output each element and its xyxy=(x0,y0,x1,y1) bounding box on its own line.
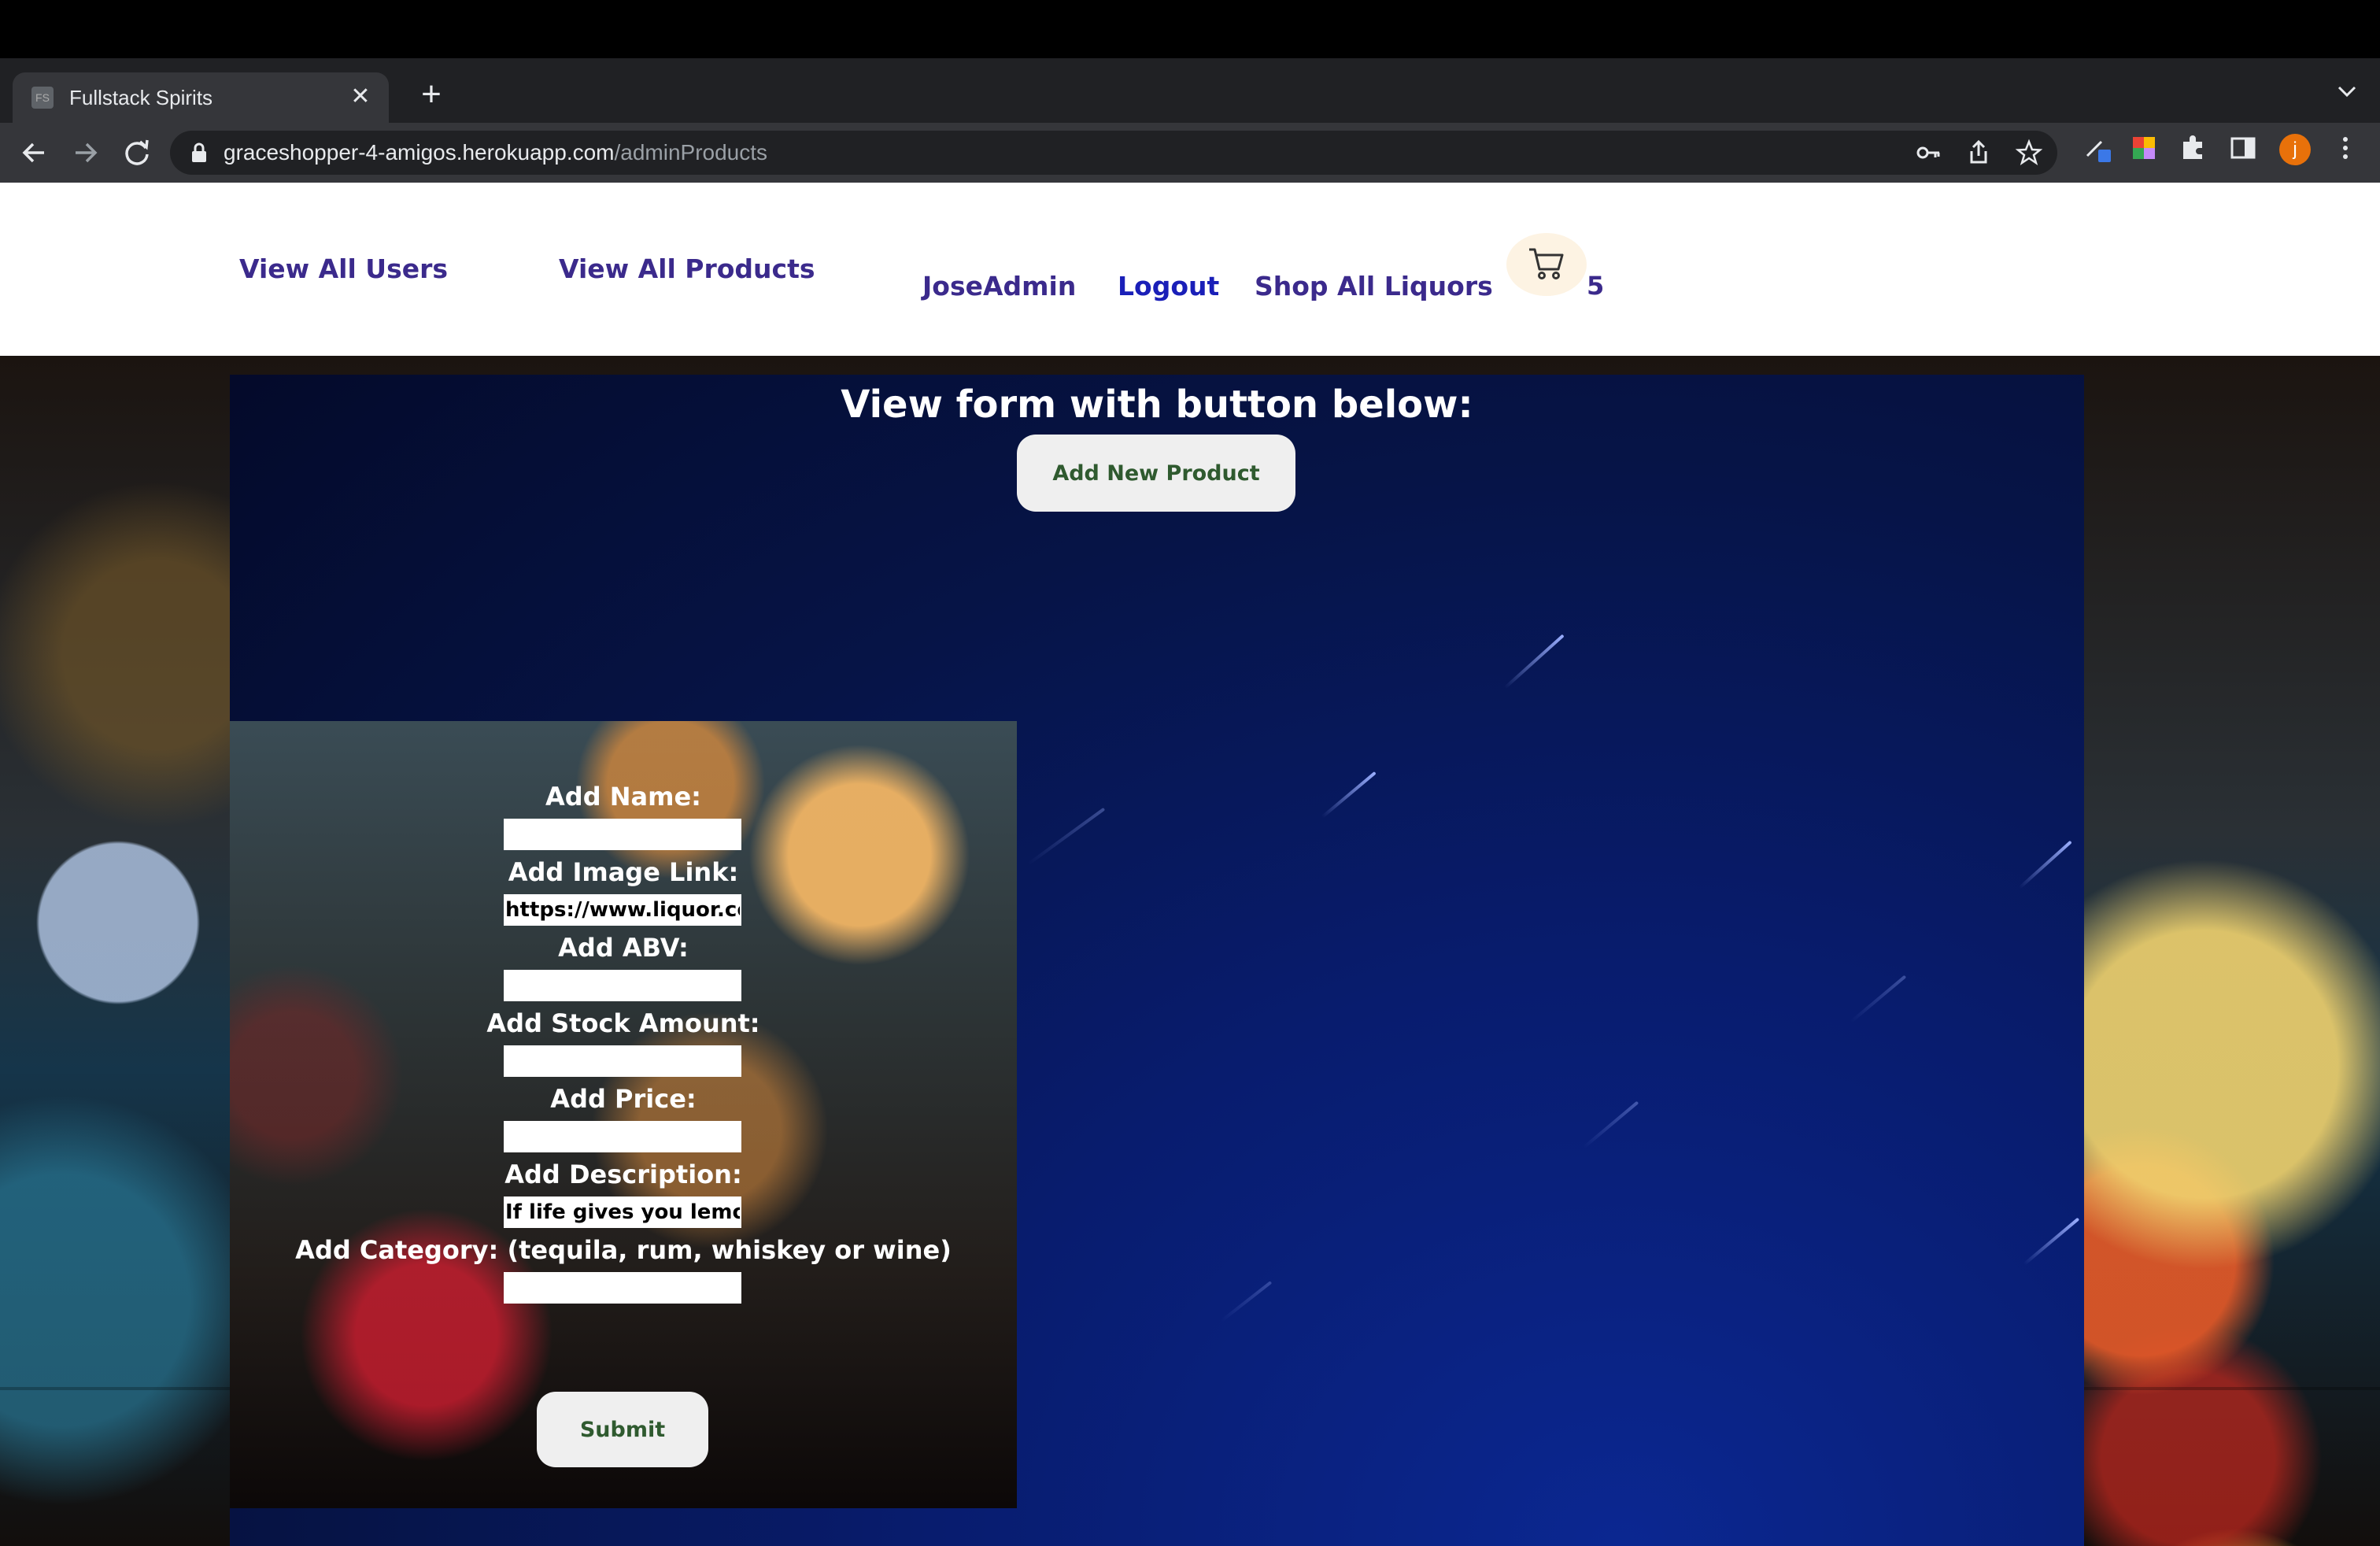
image-link-input[interactable] xyxy=(504,894,741,926)
stock-amount-label: Add Stock Amount: xyxy=(486,1008,760,1038)
category-label: Add Category: (tequila, rum, whiskey or … xyxy=(295,1235,952,1265)
category-input[interactable] xyxy=(504,1272,741,1304)
close-tab-icon[interactable]: ✕ xyxy=(346,82,375,112)
puzzle-extensions-icon[interactable] xyxy=(2177,132,2208,164)
pen-extension-icon[interactable] xyxy=(2082,132,2114,164)
cart-icon xyxy=(1529,248,1564,279)
profile-avatar[interactable]: j xyxy=(2279,134,2311,165)
description-label: Add Description: xyxy=(504,1160,742,1189)
new-tab-icon[interactable]: + xyxy=(409,76,453,113)
view-all-products-link[interactable]: View All Products xyxy=(559,253,815,285)
abv-input[interactable] xyxy=(504,970,741,1001)
menu-kebab-icon[interactable] xyxy=(2330,132,2361,164)
abv-label: Add ABV: xyxy=(558,933,689,963)
browser-toolbar: graceshopper-4-amigos.herokuapp.com/admi… xyxy=(0,123,2380,183)
site-navbar: View All Users View All Products JoseAdm… xyxy=(0,183,2380,356)
browser-tab-strip: FS Fullstack Spirits ✕ + xyxy=(0,58,2380,123)
stock-amount-input[interactable] xyxy=(504,1045,741,1077)
url-text[interactable]: graceshopper-4-amigos.herokuapp.com/admi… xyxy=(224,140,767,165)
color-extension-icon[interactable] xyxy=(2128,132,2160,164)
shop-all-liquors-link[interactable]: Shop All Liquors xyxy=(1255,271,1493,302)
bookmark-star-icon[interactable] xyxy=(2015,139,2043,167)
price-input[interactable] xyxy=(504,1121,741,1152)
submit-button[interactable]: Submit xyxy=(537,1392,708,1467)
key-icon[interactable] xyxy=(1914,139,1942,167)
name-label: Add Name: xyxy=(545,782,701,812)
tab-search-chevron-icon[interactable] xyxy=(2336,79,2358,105)
tab-title: Fullstack Spirits xyxy=(69,86,213,109)
url-path: /adminProducts xyxy=(614,140,768,165)
url-host: graceshopper-4-amigos.herokuapp.com xyxy=(224,140,615,165)
cart-count[interactable]: 5 xyxy=(1587,271,1604,301)
forward-arrow-icon[interactable] xyxy=(65,132,105,173)
favicon-icon: FS xyxy=(31,87,54,109)
reload-icon[interactable] xyxy=(116,132,157,173)
address-bar[interactable]: graceshopper-4-amigos.herokuapp.com/admi… xyxy=(170,131,2057,175)
lock-icon[interactable] xyxy=(189,142,209,164)
side-panel-icon[interactable] xyxy=(2227,132,2259,164)
add-product-form: Add Name: Add Image Link: Add ABV: Add S… xyxy=(230,721,1017,1508)
image-link-label: Add Image Link: xyxy=(508,857,739,887)
name-input[interactable] xyxy=(504,819,741,850)
price-label: Add Price: xyxy=(550,1084,697,1114)
page-heading: View form with button below: xyxy=(841,383,1473,427)
browser-tab[interactable]: FS Fullstack Spirits ✕ xyxy=(13,72,389,123)
page-content: View All Users View All Products JoseAdm… xyxy=(0,183,2380,1546)
view-all-users-link[interactable]: View All Users xyxy=(239,253,448,285)
description-input[interactable] xyxy=(504,1196,741,1228)
logout-link[interactable]: Logout xyxy=(1118,271,1219,302)
back-arrow-icon[interactable] xyxy=(14,132,55,173)
share-icon[interactable] xyxy=(1964,139,1993,167)
username-link[interactable]: JoseAdmin xyxy=(922,271,1076,302)
menu-bar xyxy=(0,0,2380,58)
cart-button[interactable] xyxy=(1506,233,1587,296)
add-new-product-button[interactable]: Add New Product xyxy=(1017,435,1295,512)
